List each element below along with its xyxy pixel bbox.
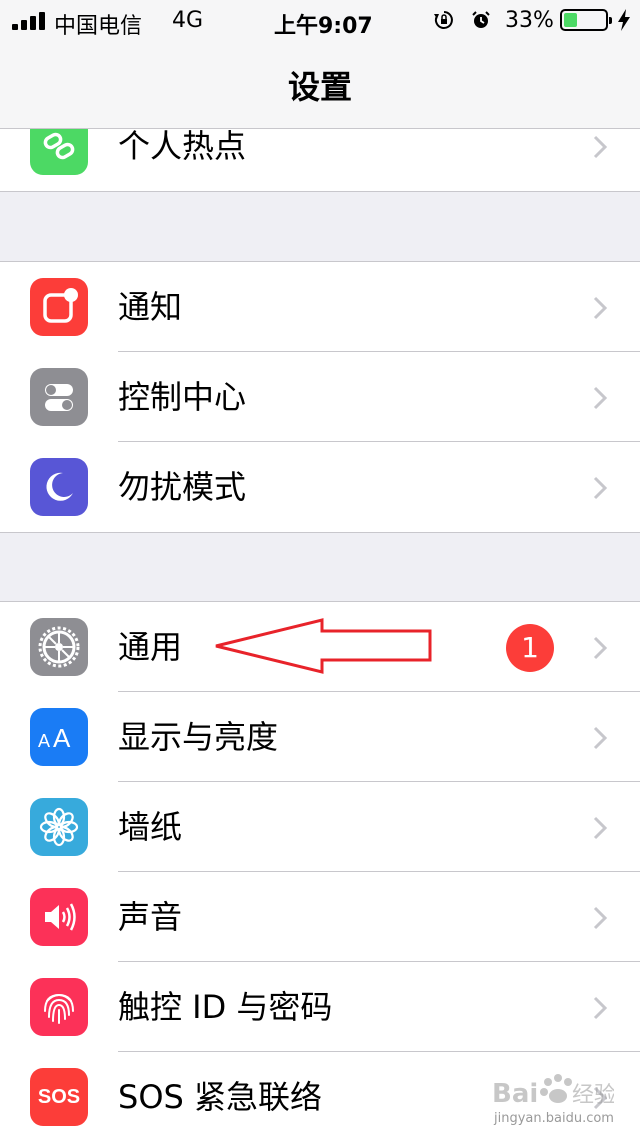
settings-group-general: 通用 1 AA 显示与亮度 墙纸 声音 触控 ID 与密码 SOS SOS 紧急… <box>0 601 640 1136</box>
control-center-icon <box>30 368 88 426</box>
svg-text:经验: 经验 <box>572 1083 614 1108</box>
chevron-right-icon <box>593 996 608 1020</box>
svg-text:Bai: Bai <box>492 1079 538 1109</box>
page-title: 设置 <box>287 68 352 106</box>
rotation-lock-icon <box>434 11 453 29</box>
row-label: 控制中心 <box>118 378 247 416</box>
battery-percentage: 33% <box>505 8 554 33</box>
row-label: 通知 <box>118 288 183 326</box>
chevron-right-icon <box>593 476 608 500</box>
svg-text:A: A <box>53 723 71 753</box>
watermark-text: jingyan.baidu.com <box>494 1111 614 1126</box>
navigation-header: 中国电信 4G 上午9:07 33% 设置 <box>0 0 640 129</box>
settings-row-control-center[interactable]: 控制中心 <box>0 352 640 442</box>
chevron-right-icon <box>593 906 608 930</box>
settings-row-display-brightness[interactable]: AA 显示与亮度 <box>0 692 640 782</box>
row-label: 勿扰模式 <box>118 468 247 506</box>
fingerprint-icon <box>30 978 88 1036</box>
charging-bolt-icon <box>618 9 630 31</box>
do-not-disturb-icon <box>30 458 88 516</box>
row-label: 墙纸 <box>118 808 183 846</box>
row-label: 显示与亮度 <box>118 718 279 756</box>
settings-group-notifications: 通知 控制中心 勿扰模式 <box>0 261 640 533</box>
battery-icon <box>560 9 612 31</box>
sos-icon: SOS <box>30 1068 88 1126</box>
network-type: 4G <box>172 8 204 33</box>
chevron-right-icon <box>593 726 608 750</box>
settings-row-wallpaper[interactable]: 墙纸 <box>0 782 640 872</box>
row-label: 声音 <box>118 898 183 936</box>
chevron-right-icon <box>593 816 608 840</box>
settings-row-notifications[interactable]: 通知 <box>0 262 640 352</box>
update-badge: 1 <box>506 624 554 672</box>
display-brightness-icon: AA <box>30 708 88 766</box>
annotation-arrow <box>215 618 432 674</box>
notifications-icon <box>30 278 88 336</box>
gear-icon <box>30 618 88 676</box>
chevron-right-icon <box>593 135 608 159</box>
status-bar: 中国电信 4G 上午9:07 33% <box>0 0 640 40</box>
speaker-icon <box>30 888 88 946</box>
settings-row-touch-id-passcode[interactable]: 触控 ID 与密码 <box>0 962 640 1052</box>
status-time: 上午9:07 <box>274 14 373 39</box>
settings-row-sounds[interactable]: 声音 <box>0 872 640 962</box>
row-label: 触控 ID 与密码 <box>118 988 333 1026</box>
chevron-right-icon <box>593 296 608 320</box>
row-label: SOS 紧急联络 <box>118 1078 322 1116</box>
wallpaper-flower-icon <box>30 798 88 856</box>
svg-text:A: A <box>38 731 50 751</box>
row-label: 通用 <box>118 628 183 666</box>
chevron-right-icon <box>593 386 608 410</box>
signal-icon <box>12 12 46 30</box>
settings-row-do-not-disturb[interactable]: 勿扰模式 <box>0 442 640 532</box>
alarm-icon <box>472 11 490 28</box>
sos-icon-text: SOS <box>37 1085 81 1108</box>
chevron-right-icon <box>593 636 608 660</box>
carrier-name: 中国电信 <box>54 14 143 39</box>
